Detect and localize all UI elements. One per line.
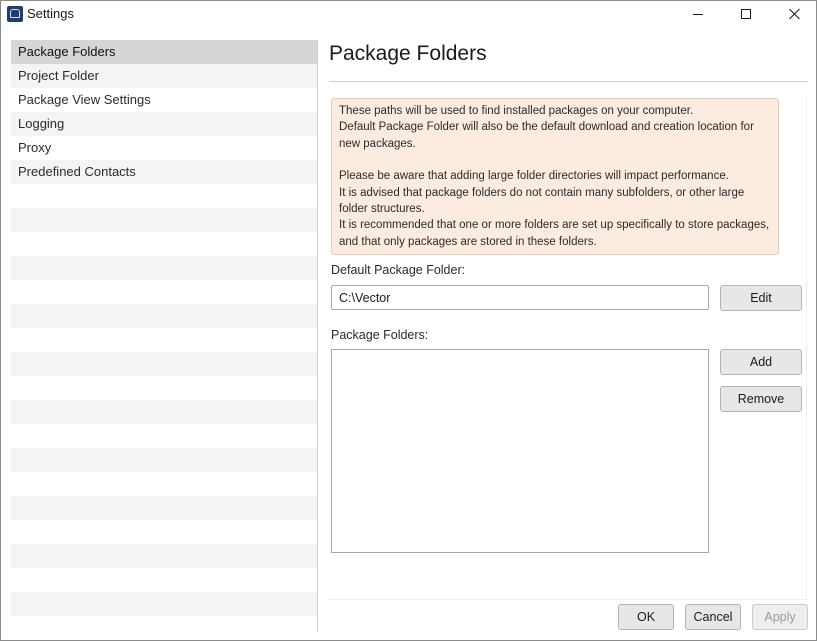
sidebar-empty-row <box>11 400 317 424</box>
apply-button[interactable]: Apply <box>752 604 808 630</box>
info-text-line: Please be aware that adding large folder… <box>339 170 729 183</box>
default-folder-input[interactable] <box>331 285 709 310</box>
page-title: Package Folders <box>329 42 487 65</box>
sidebar-item-predefined-contacts[interactable]: Predefined Contacts <box>11 160 317 184</box>
settings-window: Settings Package Folders Project Folder … <box>0 0 817 641</box>
sidebar-empty-row <box>11 280 317 304</box>
info-text-line: It is advised that package folders do no… <box>339 186 745 216</box>
sidebar-item-proxy[interactable]: Proxy <box>11 136 317 160</box>
info-text-line: It is recommended that one or more folde… <box>339 219 770 248</box>
sidebar-empty-row <box>11 256 317 280</box>
close-button[interactable] <box>771 1 817 27</box>
sidebar-empty-row <box>11 520 317 544</box>
title-divider <box>329 81 808 82</box>
sidebar-item-project-folder[interactable]: Project Folder <box>11 64 317 88</box>
sidebar-empty-row <box>11 184 317 208</box>
cancel-button[interactable]: Cancel <box>685 604 741 630</box>
settings-sidebar: Package Folders Project Folder Package V… <box>11 40 318 632</box>
sidebar-empty-row <box>11 568 317 592</box>
sidebar-empty-row <box>11 496 317 520</box>
sidebar-item-package-view-settings[interactable]: Package View Settings <box>11 88 317 112</box>
title-bar[interactable]: Settings <box>1 1 816 29</box>
sidebar-item-package-folders[interactable]: Package Folders <box>11 40 317 64</box>
minimize-button[interactable] <box>675 1 721 27</box>
app-logo-icon <box>7 6 23 22</box>
package-folders-list[interactable] <box>331 349 709 553</box>
sidebar-empty-row <box>11 376 317 400</box>
maximize-button[interactable] <box>723 1 769 27</box>
sidebar-empty-row <box>11 592 317 616</box>
close-icon <box>788 8 800 20</box>
package-folders-label: Package Folders: <box>331 328 429 342</box>
add-folder-button[interactable]: Add <box>720 349 802 375</box>
sidebar-empty-row <box>11 232 317 256</box>
info-text-line: Default Package Folder will also be the … <box>339 121 754 150</box>
sidebar-empty-row <box>11 424 317 448</box>
sidebar-empty-row <box>11 352 317 376</box>
remove-folder-button[interactable]: Remove <box>720 386 802 412</box>
sidebar-empty-row <box>11 472 317 496</box>
sidebar-empty-row <box>11 544 317 568</box>
info-notice: These paths will be used to find install… <box>331 98 779 255</box>
sidebar-empty-row <box>11 328 317 352</box>
sidebar-empty-row <box>11 448 317 472</box>
maximize-icon <box>741 9 751 19</box>
edit-button[interactable]: Edit <box>720 285 802 311</box>
sidebar-empty-row <box>11 616 317 632</box>
ok-button[interactable]: OK <box>618 604 674 630</box>
window-title: Settings <box>27 6 74 21</box>
sidebar-empty-row <box>11 208 317 232</box>
default-folder-label: Default Package Folder: <box>331 263 466 277</box>
sidebar-empty-row <box>11 304 317 328</box>
sidebar-item-logging[interactable]: Logging <box>11 112 317 136</box>
minimize-icon <box>693 13 703 15</box>
info-text-line: These paths will be used to find install… <box>339 105 694 117</box>
